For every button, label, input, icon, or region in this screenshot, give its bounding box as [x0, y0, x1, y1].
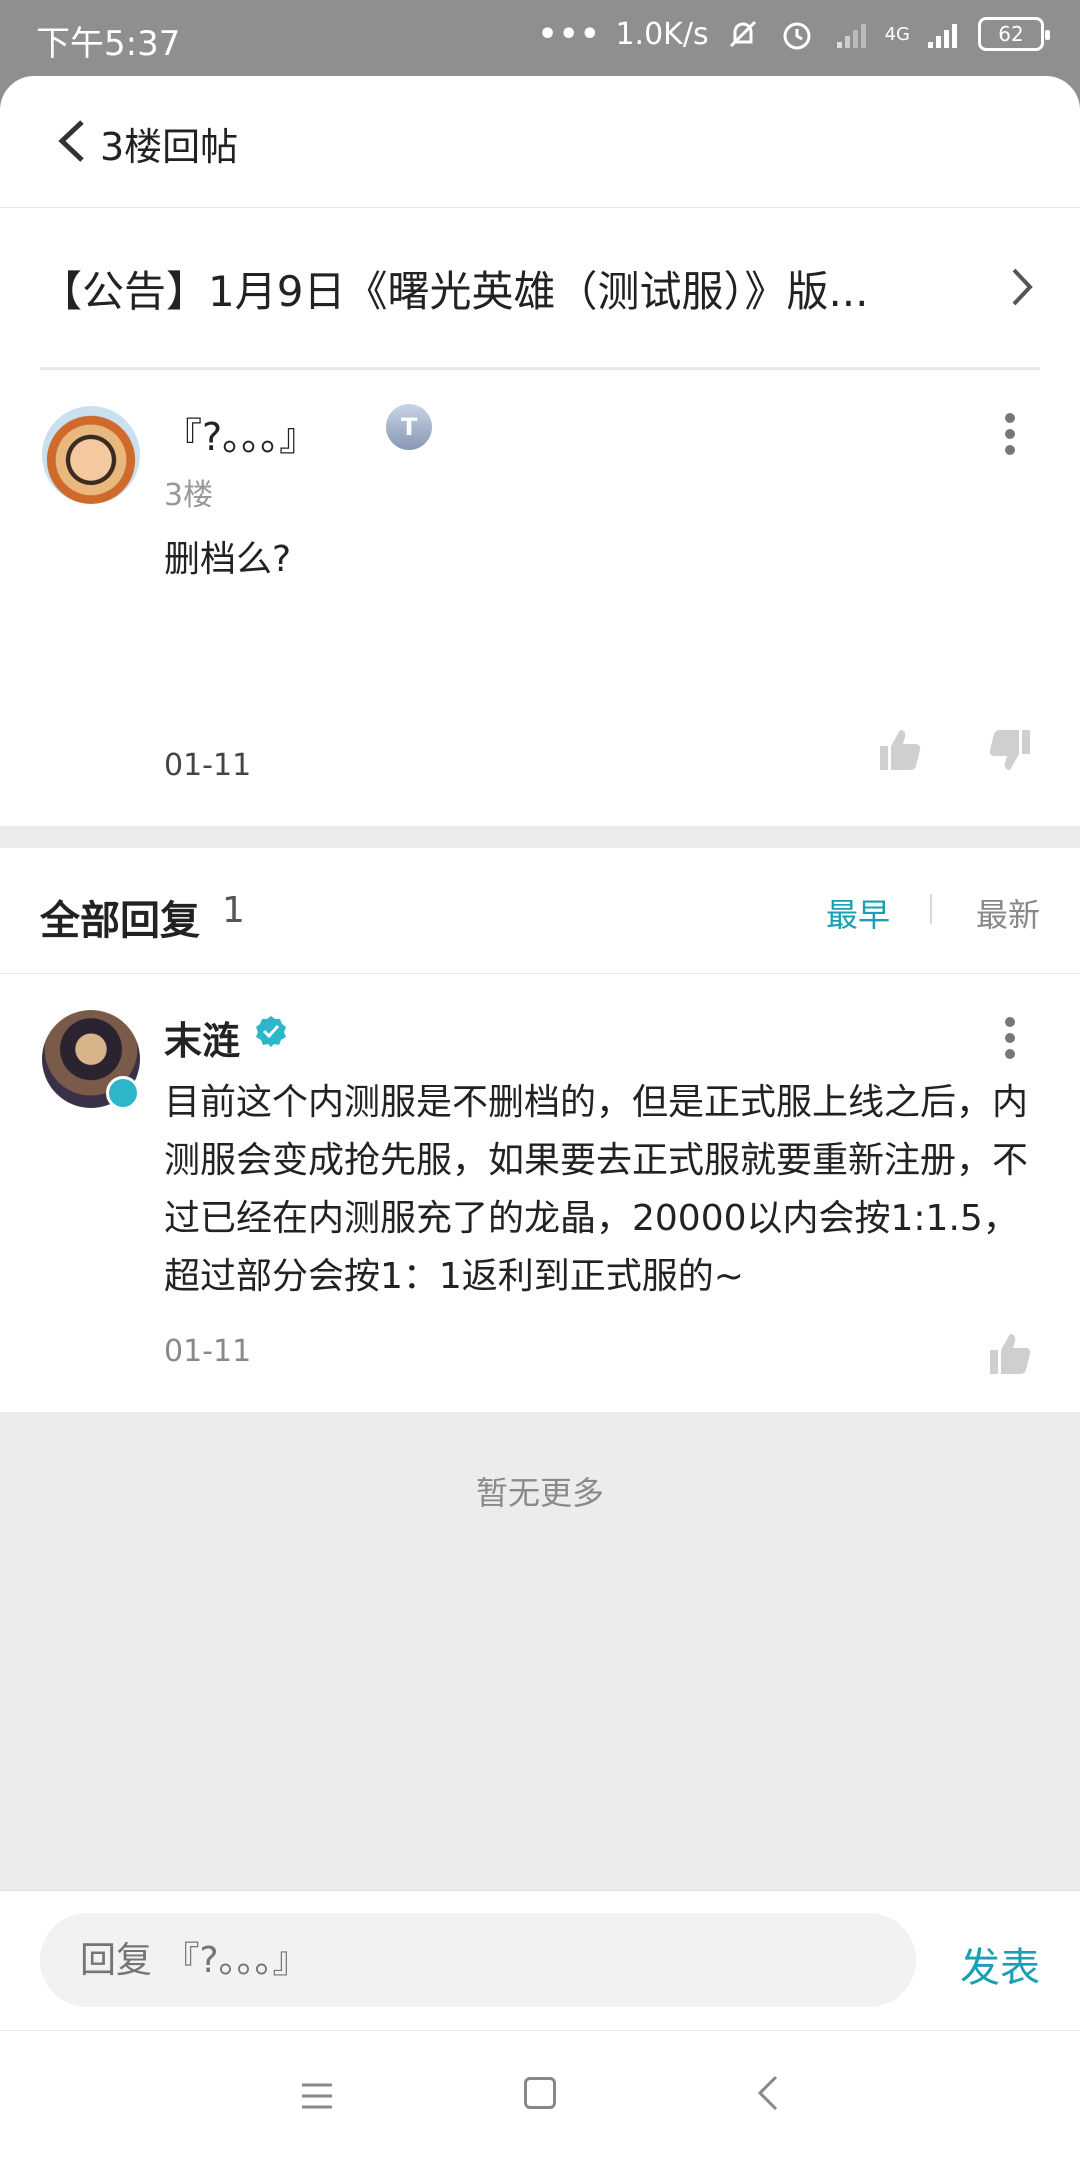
- send-button[interactable]: 发表: [960, 1935, 1040, 1993]
- thread-title: 【公告】1月9日《曙光英雄（测试服）》版...: [40, 267, 869, 316]
- avatar[interactable]: [42, 406, 140, 504]
- sort-newest-tab[interactable]: 最新: [976, 890, 1040, 936]
- battery-level: 62: [998, 22, 1024, 46]
- battery-icon: 62: [978, 17, 1050, 51]
- reply-input[interactable]: [40, 1913, 916, 2007]
- no-more-text: 暂无更多: [475, 1474, 604, 1512]
- more-vertical-icon[interactable]: [1004, 412, 1016, 456]
- floor-post: 『?。。。』 T 3楼 删档么? 01-11: [0, 370, 1080, 826]
- system-nav-bar: [0, 2030, 1080, 2160]
- thread-link[interactable]: 【公告】1月9日《曙光英雄（测试服）》版...: [40, 208, 1040, 370]
- all-replies-label: 全部回复: [40, 898, 200, 944]
- post-author[interactable]: 『?。。。』: [164, 406, 317, 461]
- alarm-icon: [783, 22, 811, 50]
- reply-author[interactable]: 末涟: [164, 1010, 240, 1065]
- reply-item: 末涟 目前这个内测服是不删档的，但是正式服上线之后，内测服会变成抢先服，如果要去…: [0, 974, 1080, 1410]
- status-time: 下午5:37: [36, 24, 181, 64]
- thumbs-up-icon[interactable]: [876, 726, 924, 774]
- network-type: 4G: [884, 23, 910, 45]
- status-icons: ••• 1.0K/s 4G 62: [537, 14, 1050, 54]
- reply-composer: 发表: [0, 1890, 1080, 2030]
- mute-bell-icon: [729, 20, 756, 48]
- post-date: 01-11: [164, 748, 252, 783]
- level-badge: T: [386, 404, 432, 450]
- chevron-right-icon: [1012, 268, 1033, 306]
- menu-icon[interactable]: [300, 2081, 334, 2111]
- back-arrow-icon[interactable]: [52, 116, 92, 166]
- replies-header: 全部回复 1 最早 最新: [0, 848, 1080, 974]
- nav-back-icon[interactable]: [756, 2073, 780, 2113]
- section-divider: [0, 826, 1080, 848]
- reply-date: 01-11: [164, 1334, 252, 1369]
- top-bar: 3楼回帖: [0, 76, 1080, 208]
- page-title: 3楼回帖: [100, 125, 239, 169]
- signal-strong-icon: [928, 24, 957, 48]
- app-window: 3楼回帖 【公告】1月9日《曙光英雄（测试服）》版... 『?。。。』 T 3楼…: [0, 76, 1080, 2160]
- no-more-area: 暂无更多: [0, 1412, 1080, 1890]
- thumbs-down-icon[interactable]: [986, 726, 1034, 774]
- home-icon[interactable]: [524, 2077, 556, 2109]
- reply-content: 目前这个内测服是不删档的，但是正式服上线之后，内测服会变成抢先服，如果要去正式服…: [164, 1082, 1029, 1297]
- reply-count: 1: [222, 890, 245, 931]
- signal-weak-icon: [836, 24, 866, 48]
- more-vertical-icon[interactable]: [1004, 1016, 1016, 1060]
- post-content: 删档么?: [164, 539, 292, 580]
- thumbs-up-icon[interactable]: [986, 1330, 1034, 1378]
- more-notifications-icon: •••: [537, 16, 602, 52]
- floor-number: 3楼: [164, 478, 214, 513]
- sort-divider: [930, 894, 932, 924]
- sort-earliest-tab[interactable]: 最早: [826, 890, 890, 936]
- verified-badge-icon: [106, 1076, 140, 1110]
- status-bar: 下午5:37 ••• 1.0K/s 4G 62: [0, 0, 1080, 76]
- verified-check-icon: [256, 1016, 286, 1047]
- net-speed: 1.0K/s: [615, 16, 709, 52]
